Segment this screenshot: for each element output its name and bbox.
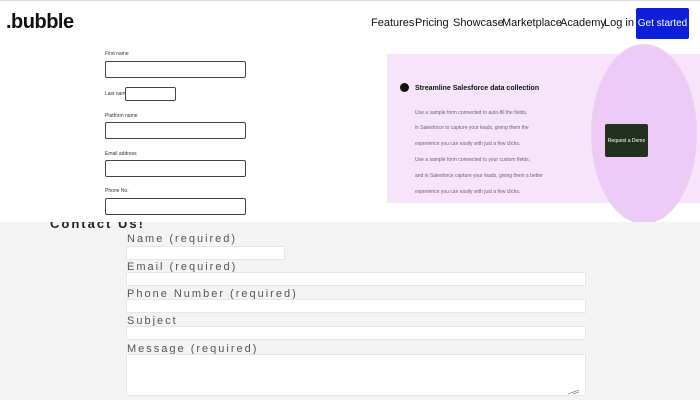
first-name-input[interactable] bbox=[105, 61, 246, 78]
banner-body-line: experience you can easily with just a fe… bbox=[415, 141, 521, 147]
request-demo-button[interactable]: Request a Demo bbox=[605, 124, 648, 157]
banner-body-line: and in Salesforce capture your leads, gi… bbox=[415, 173, 543, 179]
message-textarea[interactable] bbox=[126, 354, 586, 396]
last-name-input[interactable] bbox=[125, 87, 176, 101]
login-link[interactable]: Log in bbox=[604, 17, 634, 29]
banner-body-line: in Salesforce to capture your leads, giv… bbox=[415, 125, 529, 131]
get-started-button[interactable]: Get started bbox=[636, 8, 689, 39]
name-label: Name (required) bbox=[127, 233, 238, 245]
first-name-label: First name bbox=[105, 51, 129, 57]
banner-body-line: experience you can easily with just a fe… bbox=[415, 189, 521, 195]
resize-handle-icon[interactable] bbox=[566, 389, 580, 395]
banner-body-line: Use a sample form connected to your cust… bbox=[415, 157, 531, 163]
email-address-input[interactable] bbox=[105, 160, 246, 177]
phone-input[interactable] bbox=[105, 198, 246, 215]
subject-input[interactable] bbox=[126, 326, 586, 340]
circle-badge-icon bbox=[400, 83, 409, 92]
contact-title: Contact Us! bbox=[50, 222, 145, 231]
nav-link-showcase[interactable]: Showcase bbox=[453, 17, 504, 29]
top-nav: .bubble Features Pricing Showcase Market… bbox=[0, 0, 700, 47]
nav-link-features[interactable]: Features bbox=[371, 17, 414, 29]
platform-name-input[interactable] bbox=[105, 122, 246, 139]
bubble-logo[interactable]: .bubble bbox=[6, 11, 74, 34]
phone-label: Phone No. bbox=[105, 188, 129, 194]
nav-link-marketplace[interactable]: Marketplace bbox=[502, 17, 562, 29]
phone-number-input[interactable] bbox=[126, 299, 586, 313]
contact-section: Contact Us! Name (required) Email (requi… bbox=[0, 222, 700, 400]
banner-title: Streamline Salesforce data collection bbox=[415, 85, 540, 92]
email-address-label: Email address bbox=[105, 151, 137, 157]
name-input[interactable] bbox=[126, 246, 285, 260]
nav-link-pricing[interactable]: Pricing bbox=[415, 17, 449, 29]
email-input[interactable] bbox=[126, 272, 586, 286]
nav-link-academy[interactable]: Academy bbox=[560, 17, 606, 29]
platform-name-label: Platform name bbox=[105, 113, 138, 119]
banner-body-line: Use a sample form connected to auto-fill… bbox=[415, 110, 528, 116]
